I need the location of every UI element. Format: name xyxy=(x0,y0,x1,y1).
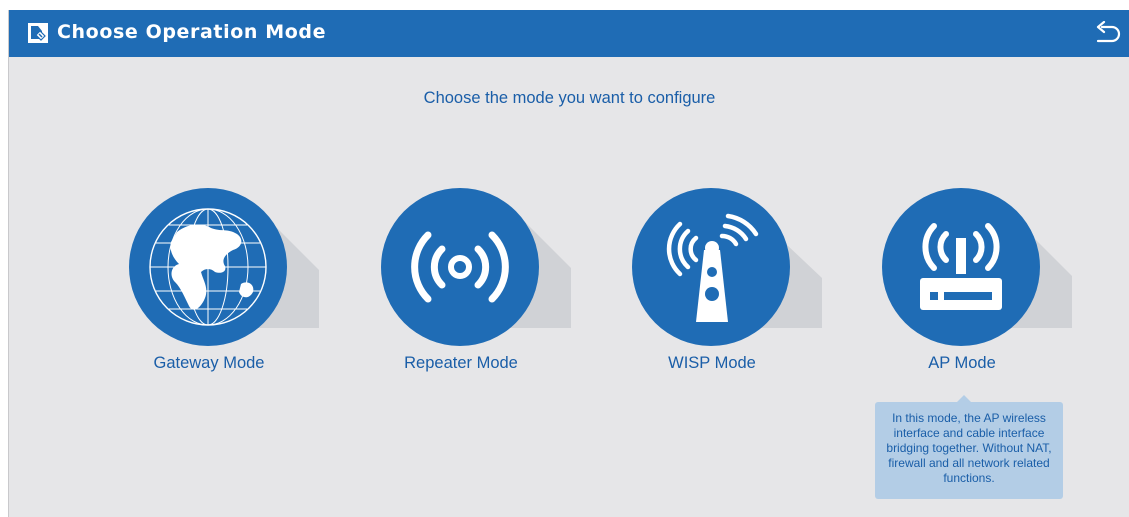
header-bar: Choose Operation Mode xyxy=(9,10,1129,57)
gateway-mode-button[interactable] xyxy=(129,188,329,358)
globe-icon xyxy=(149,208,267,326)
repeater-mode-button[interactable] xyxy=(381,188,581,358)
mode-label: Repeater Mode xyxy=(404,354,518,372)
mode-label: AP Mode xyxy=(928,354,996,372)
ap-mode-option[interactable]: AP Mode xyxy=(872,188,1072,378)
repeater-mode-option[interactable]: Repeater Mode xyxy=(371,188,571,378)
wisp-mode-option[interactable]: WISP Mode xyxy=(622,188,822,378)
ap-mode-button[interactable] xyxy=(882,188,1082,358)
mode-label: WISP Mode xyxy=(668,354,756,372)
instruction-text: Choose the mode you want to configure xyxy=(423,89,716,107)
tooltip-text: In this mode, the AP wireless interface … xyxy=(886,411,1052,485)
wisp-mode-button[interactable] xyxy=(632,188,832,358)
page-icon xyxy=(28,23,48,43)
main-frame: Choose Operation Mode Choose the mode yo… xyxy=(8,10,1129,517)
back-button[interactable] xyxy=(1094,21,1122,45)
return-arrow-icon xyxy=(1096,21,1121,43)
mode-label: Gateway Mode xyxy=(153,354,265,372)
page-title: Choose Operation Mode xyxy=(57,21,327,43)
ap-mode-tooltip: In this mode, the AP wireless interface … xyxy=(875,395,1063,499)
gateway-mode-option[interactable]: Gateway Mode xyxy=(119,188,319,378)
